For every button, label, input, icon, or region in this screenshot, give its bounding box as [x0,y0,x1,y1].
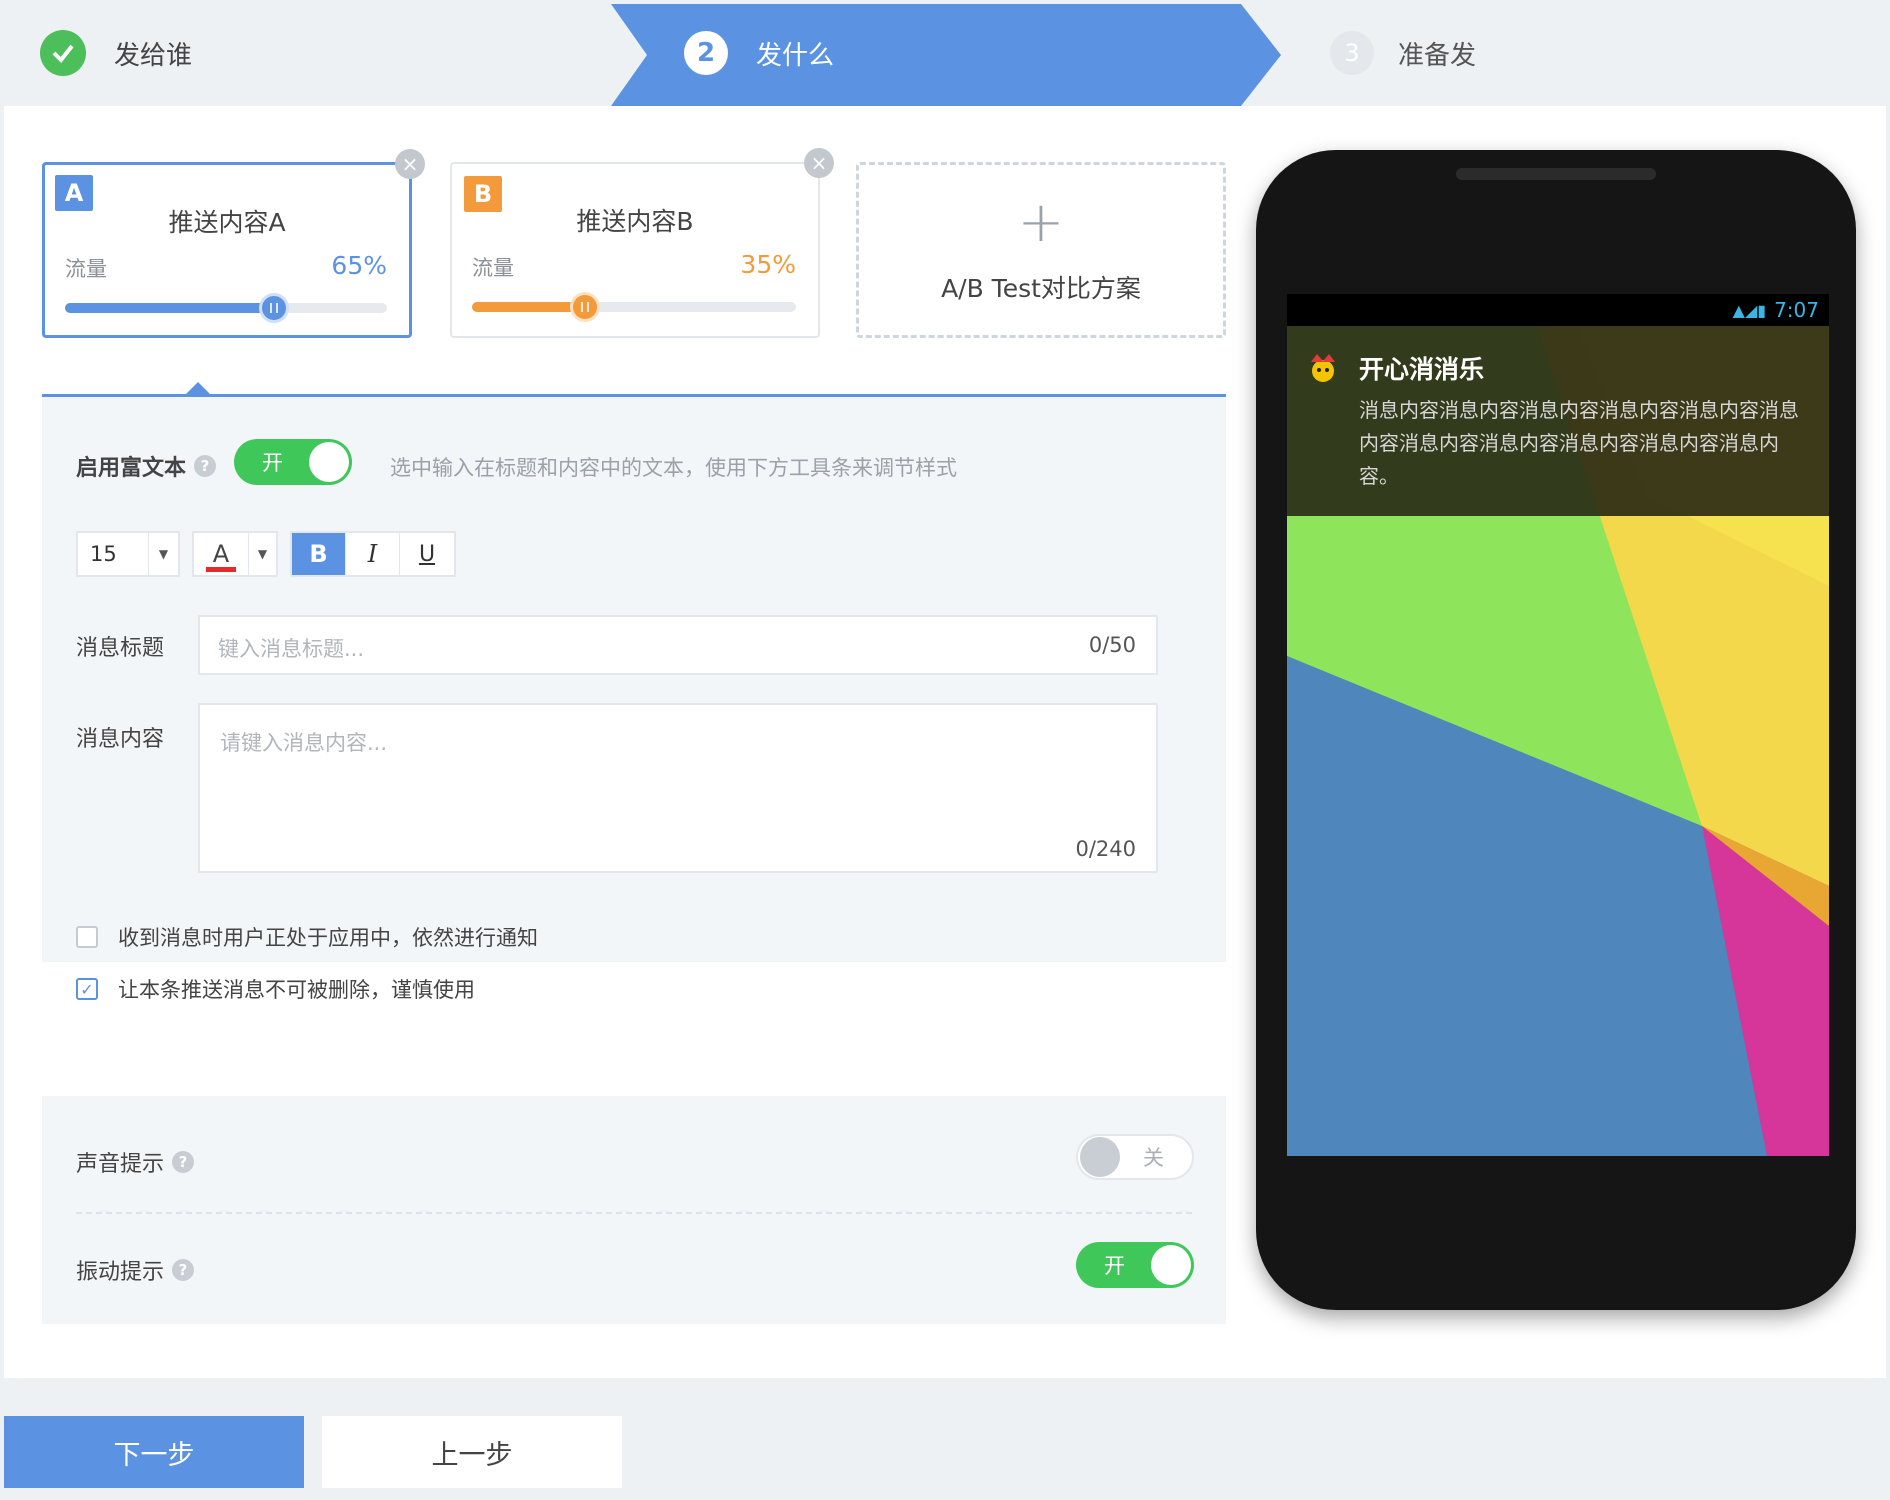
rich-text-label: 启用富文本 ? [76,450,217,482]
notification-title: 开心消消乐 [1359,355,1485,384]
toggle-knob [1080,1137,1120,1177]
app-icon [1311,354,1335,382]
add-ab-test-label: A/B Test对比方案 [941,274,1141,303]
checkbox[interactable] [76,926,98,948]
step-what[interactable]: 2 发什么 [684,0,834,106]
active-card-pointer [186,382,210,394]
plus-icon: + [1017,190,1065,255]
font-color-icon: A [194,540,248,572]
rich-text-label-text: 启用富文本 [76,456,187,481]
sound-setting: 声音提示 ? [76,1146,195,1178]
checkbox-label: 让本条推送消息不可被删除，谨慎使用 [118,978,475,1002]
traffic-slider[interactable] [472,292,796,322]
close-icon[interactable]: × [804,148,834,178]
traffic-slider[interactable] [65,293,387,323]
check-circle-icon [40,30,86,76]
step-number: 3 [1330,31,1374,75]
body-textarea[interactable]: 请键入消息内容... 0/240 [198,703,1158,873]
toggle-label: 开 [262,451,283,475]
title-label: 消息标题 [76,636,165,661]
rich-text-toggle[interactable]: 开 [234,439,352,485]
notification-preview: 开心消消乐 消息内容消息内容消息内容消息内容消息内容消息内容消息内容消息内容消息… [1287,326,1829,516]
variant-card-b[interactable]: B 推送内容B 流量 35% × [450,148,834,338]
add-ab-test-button[interactable]: + A/B Test对比方案 [856,162,1226,338]
help-icon[interactable]: ? [194,455,217,477]
slider-handle[interactable] [570,292,601,322]
help-icon[interactable]: ? [172,1151,195,1173]
rich-text-hint: 选中输入在标题和内容中的文本，使用下方工具条来调节样式 [390,456,957,480]
traffic-label: 流量 [65,257,107,281]
traffic-percent: 35% [740,250,796,279]
next-step-button[interactable]: 下一步 [4,1416,304,1488]
slider-handle[interactable] [259,293,290,323]
toggle-knob [309,442,349,482]
variant-card-a[interactable]: A 推送内容A 流量 65% × [42,149,425,338]
vibrate-label: 振动提示 [76,1260,165,1285]
main-panel: A 推送内容A 流量 65% × B 推送内容B 流量 35% × + A/B … [4,106,1886,1378]
status-bar: ▲◢▮ 7:07 [1287,294,1829,326]
signal-icon: ▲◢▮ [1732,300,1767,320]
title-char-count: 0/50 [1088,633,1136,657]
checkbox-label: 收到消息时用户正处于应用中，依然进行通知 [118,926,538,950]
body-label: 消息内容 [76,727,165,752]
variant-title: 推送内容A [168,208,286,237]
text-style-group: B I U [290,531,456,577]
notify-in-app-option[interactable]: 收到消息时用户正处于应用中，依然进行通知 [76,922,538,952]
message-editor: 启用富文本 ? 开 选中输入在标题和内容中的文本，使用下方工具条来调节样式 15… [42,394,1226,962]
traffic-label: 流量 [472,256,514,280]
body-placeholder: 请键入消息内容... [220,731,388,755]
toggle-label: 开 [1104,1254,1125,1278]
font-size-select[interactable]: 15 ▼ [76,531,180,577]
sticky-message-option[interactable]: ✓ 让本条推送消息不可被删除，谨慎使用 [76,974,475,1004]
underline-button[interactable]: U [400,533,454,575]
chevron-down-icon: ▼ [248,533,276,575]
notification-text: 消息内容消息内容消息内容消息内容消息内容消息内容消息内容消息内容消息内容消息内容… [1359,398,1799,488]
status-time: 7:07 [1774,298,1819,322]
slider-fill [472,302,586,312]
previous-step-button[interactable]: 上一步 [322,1416,622,1488]
title-input[interactable]: 键入消息标题... 0/50 [198,615,1158,675]
toggle-knob [1151,1245,1191,1285]
alert-settings: 声音提示 ? 关 振动提示 ? 开 [42,1096,1226,1324]
divider [76,1212,1192,1214]
step-label: 发什么 [756,40,835,71]
traffic-percent: 65% [331,251,387,280]
sound-toggle[interactable]: 关 [1076,1134,1194,1180]
title-placeholder: 键入消息标题... [218,637,365,661]
step-who[interactable]: 发给谁 [40,0,192,106]
close-icon[interactable]: × [395,149,425,179]
vibrate-setting: 振动提示 ? [76,1254,195,1286]
sound-label: 声音提示 [76,1152,165,1177]
font-color-select[interactable]: A ▼ [192,531,278,577]
slider-fill [65,303,275,313]
help-icon[interactable]: ? [172,1259,195,1281]
bold-button[interactable]: B [292,533,346,575]
step-label: 发给谁 [114,40,193,71]
vibrate-toggle[interactable]: 开 [1076,1242,1194,1288]
font-size-value: 15 [90,542,117,566]
variant-title: 推送内容B [576,207,694,236]
phone-screen: ▲◢▮ 7:07 开心消消乐 消息内容消息内容消息内容消息内容消息内容消息内容消… [1287,294,1829,1156]
body-char-count: 0/240 [1075,837,1136,861]
step-ready[interactable]: 3 准备发 [1330,0,1476,106]
step-number: 2 [684,31,728,75]
phone-preview: ▲◢▮ 7:07 开心消消乐 消息内容消息内容消息内容消息内容消息内容消息内容消… [1256,150,1856,1320]
toggle-label: 关 [1143,1146,1164,1170]
step-label: 准备发 [1398,40,1477,71]
chevron-down-icon: ▼ [148,533,178,575]
step-bar: 发给谁 2 发什么 3 准备发 [4,0,1886,106]
italic-button[interactable]: I [346,533,400,575]
checkbox-checked[interactable]: ✓ [76,978,98,1000]
